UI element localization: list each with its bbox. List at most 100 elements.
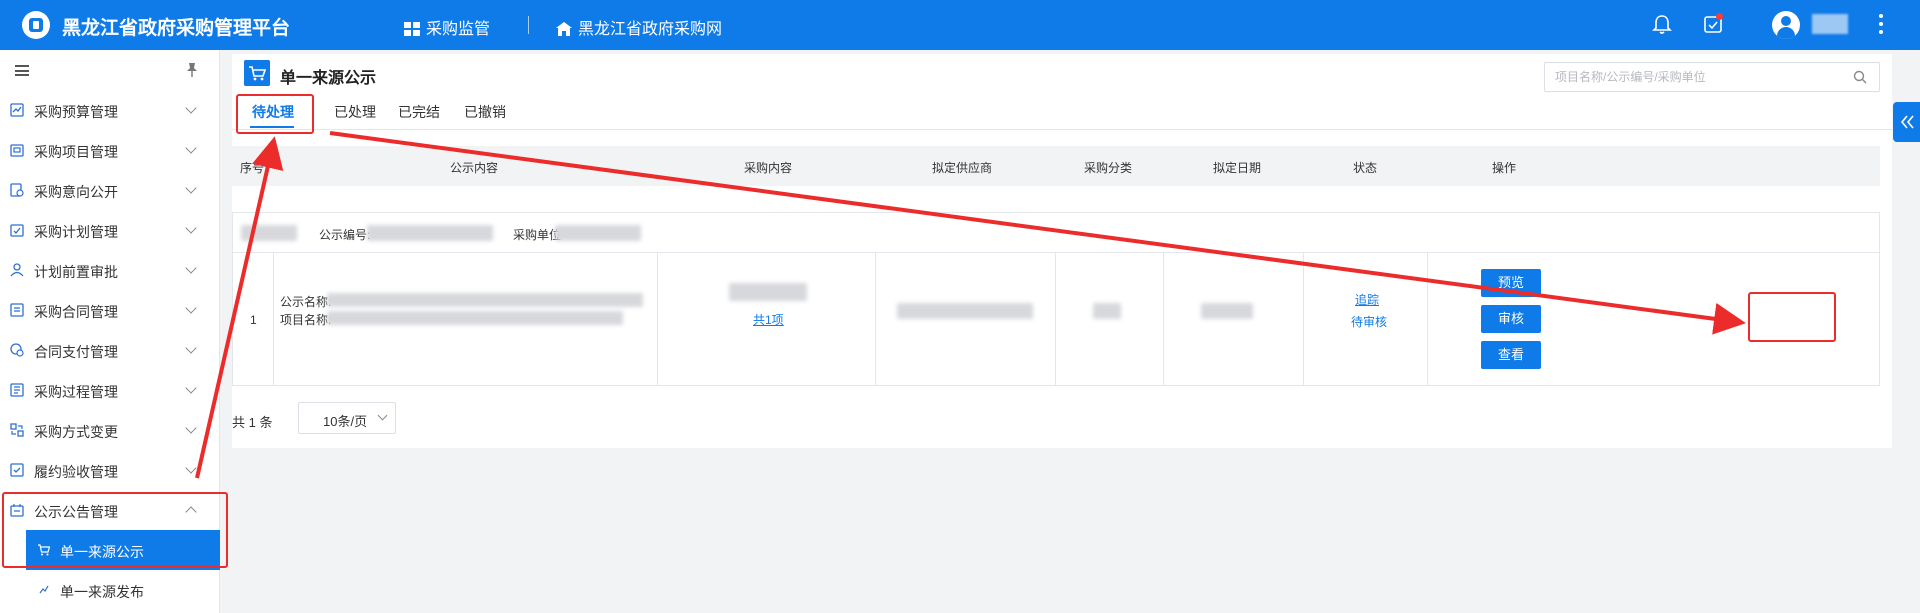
- column-header: 操作: [1491, 161, 1517, 175]
- record-meta: 公示编号: 采购单位: [233, 213, 1879, 253]
- view-button[interactable]: 查看: [1481, 341, 1541, 369]
- chevron-down-icon: [185, 382, 197, 394]
- tab-processed[interactable]: 已处理: [334, 102, 376, 122]
- avatar-icon[interactable]: [1772, 11, 1800, 39]
- page-size-select[interactable]: 10条/页: [298, 402, 396, 434]
- sidebar-item-method-change[interactable]: 采购方式变更: [0, 410, 220, 450]
- menu-toggle-icon[interactable]: [15, 65, 29, 76]
- chevron-down-icon: [185, 422, 197, 434]
- grid-icon: [404, 22, 420, 36]
- sidebar-item-label: 履约验收管理: [34, 464, 118, 480]
- highlight-box-review: [1748, 292, 1836, 342]
- sidebar-item-label: 采购预算管理: [34, 104, 118, 120]
- budget-icon: [10, 103, 24, 117]
- redacted-text: [555, 225, 641, 241]
- plan-icon: [10, 224, 24, 237]
- redacted-text: [729, 283, 807, 301]
- chevron-down-icon: [377, 410, 388, 421]
- nav-link-label: 黑龙江省政府采购网: [578, 21, 723, 38]
- pin-icon[interactable]: [185, 62, 199, 78]
- chevron-down-icon: [185, 182, 197, 194]
- content-panel: 单一来源公示 待处理 已处理 已完结 已撤销 序号 公示内容 采购内容 拟定供应…: [232, 54, 1892, 448]
- sidebar-item-budget[interactable]: 采购预算管理: [0, 90, 220, 130]
- intent-icon: [10, 183, 24, 197]
- method-change-icon: [10, 423, 24, 437]
- chevron-down-icon: [185, 462, 197, 474]
- approval-icon: [10, 263, 24, 277]
- username-redacted[interactable]: [1812, 14, 1848, 34]
- redacted-text: [327, 311, 623, 325]
- column-header: 状态: [1352, 161, 1378, 175]
- contract-icon: [10, 303, 24, 317]
- table-header: 序号 公示内容 采购内容 拟定供应商 采购分类 拟定日期 状态 操作: [232, 146, 1880, 186]
- sidebar-toolbar: [0, 50, 220, 90]
- more-vertical-icon[interactable]: [1878, 12, 1884, 36]
- sidebar-item-plan[interactable]: 采购计划管理: [0, 210, 220, 250]
- redacted-text: [897, 303, 1033, 319]
- chevron-down-icon: [185, 102, 197, 114]
- search-box[interactable]: [1544, 62, 1880, 92]
- app-title: 黑龙江省政府采购管理平台: [62, 18, 291, 39]
- bell-icon[interactable]: [1651, 13, 1673, 35]
- process-icon: [10, 383, 24, 397]
- tab-revoked[interactable]: 已撤销: [464, 102, 506, 122]
- review-button[interactable]: 审核: [1481, 305, 1541, 333]
- cart-icon: [244, 60, 270, 86]
- sidebar-item-payment[interactable]: 合同支付管理: [0, 330, 220, 370]
- notification-dot: [1716, 13, 1723, 20]
- chevron-down-icon: [185, 222, 197, 234]
- sidebar-item-process[interactable]: 采购过程管理: [0, 370, 220, 410]
- search-input[interactable]: [1555, 68, 1845, 86]
- sidebar-item-label: 采购合同管理: [34, 304, 118, 320]
- project-icon: [10, 144, 24, 157]
- nav-link-supervision[interactable]: 采购监管: [404, 15, 490, 39]
- page-title: 单一来源公示: [280, 70, 377, 87]
- sidebar-item-intent[interactable]: 采购意向公开: [0, 170, 220, 210]
- table-row: 公示编号: 采购单位 1 公示名称: 项目名称: 共1项 追踪 待审核 预览 审…: [232, 212, 1880, 386]
- sidebar-item-project[interactable]: 采购项目管理: [0, 130, 220, 170]
- panel-collapse-handle[interactable]: [1893, 102, 1920, 142]
- column-header: 拟定日期: [1212, 161, 1262, 175]
- redacted-text: [327, 293, 643, 307]
- chevron-down-icon: [185, 302, 197, 314]
- pager-total: 共 1 条: [232, 415, 273, 430]
- column-header: 公示内容: [449, 161, 499, 175]
- column-header: 采购分类: [1083, 161, 1133, 175]
- search-icon[interactable]: [1853, 70, 1867, 84]
- announce-name-label: 公示名称:: [280, 295, 332, 309]
- tab-completed[interactable]: 已完结: [398, 102, 440, 122]
- track-link[interactable]: 追踪: [1355, 291, 1379, 308]
- sidebar-subitem-label: 单一来源发布: [60, 584, 144, 600]
- code-label: 公示编号:: [319, 228, 371, 242]
- redacted-text: [367, 225, 493, 241]
- chevron-down-icon: [185, 262, 197, 274]
- payment-icon: [10, 343, 24, 357]
- status-text: 待审核: [1351, 315, 1388, 329]
- home-icon: [556, 22, 572, 36]
- main-content: 单一来源公示 待处理 已处理 已完结 已撤销 序号 公示内容 采购内容 拟定供应…: [220, 50, 1920, 613]
- sidebar-item-label: 采购计划管理: [34, 224, 118, 240]
- redacted-text: [241, 225, 297, 241]
- status-tabs: 待处理 已处理 已完结 已撤销: [232, 94, 1892, 130]
- sidebar-item-acceptance[interactable]: 履约验收管理: [0, 450, 220, 490]
- sidebar-item-label: 采购过程管理: [34, 384, 118, 400]
- highlight-box-tab: [236, 94, 314, 134]
- sidebar-item-label: 采购意向公开: [34, 184, 118, 200]
- row-index: 1: [250, 313, 257, 327]
- highlight-box-menu: [2, 492, 228, 568]
- column-header: 采购内容: [743, 161, 793, 175]
- preview-button[interactable]: 预览: [1481, 269, 1541, 297]
- top-navbar: 黑龙江省政府采购管理平台 采购监管 黑龙江省政府采购网: [0, 0, 1920, 50]
- sidebar-item-label: 采购项目管理: [34, 144, 118, 160]
- app-logo-icon: [22, 11, 50, 39]
- nav-divider: [528, 16, 529, 34]
- column-header: 拟定供应商: [931, 161, 993, 175]
- content-count-link[interactable]: 共1项: [753, 311, 784, 328]
- nav-link-procurement-site[interactable]: 黑龙江省政府采购网: [556, 15, 722, 39]
- chevron-down-icon: [185, 142, 197, 154]
- sidebar-item-contract[interactable]: 采购合同管理: [0, 290, 220, 330]
- sidebar-subitem-single-source-publish[interactable]: 单一来源发布: [26, 570, 220, 610]
- acceptance-icon: [10, 463, 24, 477]
- sidebar-item-pre-approval[interactable]: 计划前置审批: [0, 250, 220, 290]
- nav-link-label: 采购监管: [426, 21, 491, 38]
